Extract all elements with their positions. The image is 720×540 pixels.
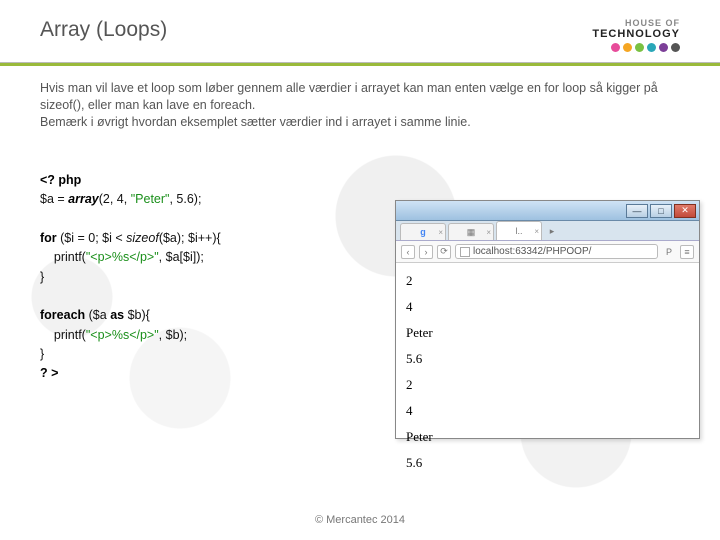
code-as-kw: as (110, 308, 124, 322)
window-titlebar[interactable]: — □ ✕ (396, 201, 699, 221)
bookmark-button[interactable]: P (662, 245, 676, 259)
output-line: Peter (406, 325, 689, 341)
forward-button[interactable]: › (419, 245, 433, 259)
description-paragraph: Hvis man vil lave et loop som løber genn… (40, 80, 670, 131)
code-printf2-post: , $b); (159, 328, 188, 342)
dot-icon (611, 43, 620, 52)
address-bar-row: ‹ › ⟳ localhost:63342/PHPOOP/ P ≡ (396, 241, 699, 263)
back-button[interactable]: ‹ (401, 245, 415, 259)
logo-line-1: HOUSE OF (625, 18, 680, 28)
page-content: 2 4 Peter 5.6 2 4 Peter 5.6 (396, 263, 699, 438)
code-for-open: ($i = 0; $i < (60, 231, 126, 245)
code-foreach-kw: foreach (40, 308, 89, 322)
tab-favicon-icon: g (420, 227, 426, 237)
output-line: 2 (406, 377, 689, 393)
browser-window: — □ ✕ g× ▦× l..× ▸ ‹ › ⟳ localhost:63342… (395, 200, 700, 439)
browser-tab[interactable]: g× (400, 223, 446, 240)
slide-title: Array (Loops) (40, 18, 167, 42)
dot-icon (635, 43, 644, 52)
dot-icon (659, 43, 668, 52)
code-array-kw: array (68, 192, 99, 206)
code-printf1-str: "<p>%s</p>" (86, 250, 159, 264)
code-assign-args-close: , 5.6); (169, 192, 201, 206)
code-for-kw: for (40, 231, 60, 245)
minimize-button[interactable]: — (626, 204, 648, 218)
dot-icon (671, 43, 680, 52)
code-assign-str: "Peter" (131, 192, 170, 206)
code-foreach-open: ($a (89, 308, 111, 322)
code-printf2-pre: printf( (40, 328, 86, 342)
para-line-2: Bemærk i øvrigt hvordan eksemplet sætter… (40, 115, 471, 129)
reload-button[interactable]: ⟳ (437, 245, 451, 259)
tab-close-icon[interactable]: × (438, 228, 443, 237)
output-line: 5.6 (406, 455, 689, 471)
dot-icon (623, 43, 632, 52)
para-line-1: Hvis man vil lave et loop som løber genn… (40, 81, 658, 112)
code-brace-2: } (40, 347, 44, 361)
address-text: localhost:63342/PHPOOP/ (473, 246, 591, 257)
logo-dots (592, 43, 680, 52)
footer-copyright: © Mercantec 2014 (0, 514, 720, 526)
code-for-close: ($a); $i++){ (159, 231, 221, 245)
code-foreach-close: $b){ (124, 308, 150, 322)
output-line: Peter (406, 429, 689, 445)
tab-bar: g× ▦× l..× ▸ (396, 221, 699, 241)
code-assign-args-open: (2, 4, (99, 192, 131, 206)
output-line: 2 (406, 273, 689, 289)
code-assign-pre: $a = (40, 192, 68, 206)
output-line: 4 (406, 299, 689, 315)
code-sizeof-kw: sizeof (126, 231, 159, 245)
address-bar[interactable]: localhost:63342/PHPOOP/ (455, 244, 658, 259)
close-button[interactable]: ✕ (674, 204, 696, 218)
code-printf2-str: "<p>%s</p>" (86, 328, 159, 342)
dot-icon (647, 43, 656, 52)
tab-close-icon[interactable]: × (534, 227, 539, 236)
code-close-tag: ? > (40, 366, 58, 380)
menu-button[interactable]: ≡ (680, 245, 694, 259)
tab-close-icon[interactable]: × (486, 228, 491, 237)
logo: HOUSE OF TECHNOLOGY (592, 18, 680, 52)
tab-favicon-icon: ▦ (467, 227, 476, 238)
output-line: 4 (406, 403, 689, 419)
browser-tab[interactable]: ▦× (448, 223, 494, 240)
logo-line-2: TECHNOLOGY (592, 28, 680, 40)
slide-header: Array (Loops) HOUSE OF TECHNOLOGY (0, 0, 720, 56)
page-icon (460, 247, 470, 257)
tab-favicon-icon: l.. (515, 226, 522, 236)
code-open-tag: <? php (40, 173, 81, 187)
code-brace-1: } (40, 270, 44, 284)
browser-tab-active[interactable]: l.. × (496, 221, 542, 240)
code-printf1-pre: printf( (40, 250, 86, 264)
maximize-button[interactable]: □ (650, 204, 672, 218)
code-printf1-post: , $a[$i]); (159, 250, 204, 264)
new-tab-button[interactable]: ▸ (544, 223, 560, 240)
output-line: 5.6 (406, 351, 689, 367)
